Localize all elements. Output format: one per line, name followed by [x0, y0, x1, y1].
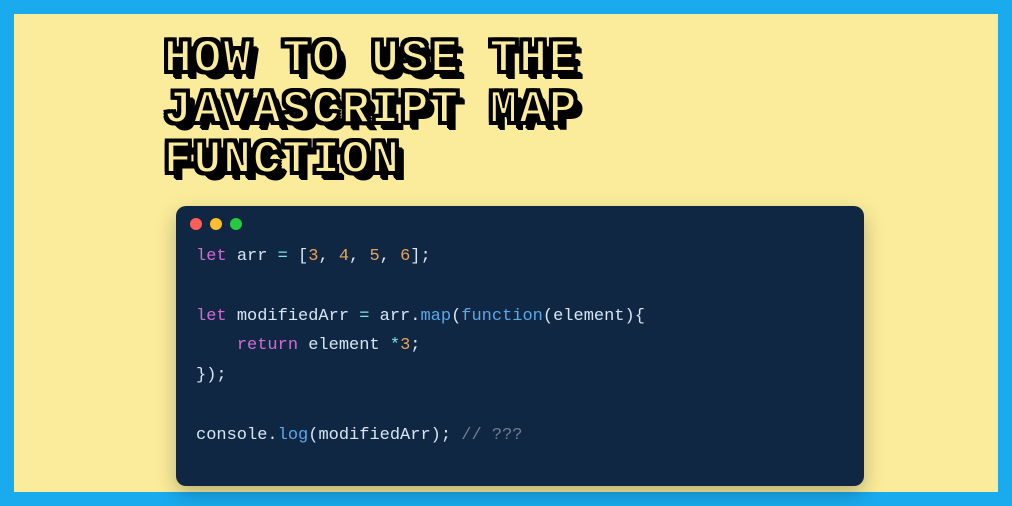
code-token: (: [451, 307, 461, 326]
code-token: .: [267, 426, 277, 445]
code-token: .: [410, 307, 420, 326]
code-token: *: [390, 336, 400, 355]
code-token: return: [237, 336, 298, 355]
code-token: (: [308, 426, 318, 445]
code-token: arr: [380, 307, 411, 326]
code-token: modifiedArr: [237, 307, 349, 326]
code-token: [227, 247, 237, 266]
code-window: let arr = [3, 4, 5, 6]; let modifiedArr …: [176, 206, 864, 486]
code-token: [196, 336, 237, 355]
code-token: ,: [349, 247, 369, 266]
code-token: element: [553, 307, 624, 326]
code-token: ];: [410, 247, 430, 266]
code-token: map: [420, 307, 451, 326]
code-token: let: [196, 307, 227, 326]
code-token: [288, 247, 298, 266]
code-token: ): [625, 307, 635, 326]
code-token: [451, 426, 461, 445]
code-token: [227, 307, 237, 326]
minimize-icon: [210, 218, 222, 230]
code-token: 3: [400, 336, 410, 355]
code-token: =: [359, 307, 369, 326]
code-token: (: [543, 307, 553, 326]
code-token: // ???: [461, 426, 522, 445]
code-token: });: [196, 366, 227, 385]
code-token: ,: [380, 247, 400, 266]
code-token: 6: [400, 247, 410, 266]
code-token: console: [196, 426, 267, 445]
code-token: element: [308, 336, 379, 355]
code-token: =: [278, 247, 288, 266]
code-token: arr: [237, 247, 268, 266]
code-block: let arr = [3, 4, 5, 6]; let modifiedArr …: [176, 236, 864, 468]
code-token: ;: [410, 336, 420, 355]
code-token: [267, 247, 277, 266]
code-token: log: [278, 426, 309, 445]
zoom-icon: [230, 218, 242, 230]
code-token: );: [431, 426, 451, 445]
code-token: 5: [369, 247, 379, 266]
code-token: {: [635, 307, 645, 326]
code-token: function: [461, 307, 543, 326]
code-token: modifiedArr: [318, 426, 430, 445]
code-token: [298, 336, 308, 355]
code-token: [349, 307, 359, 326]
code-token: 3: [308, 247, 318, 266]
close-icon: [190, 218, 202, 230]
code-token: ,: [318, 247, 338, 266]
code-token: [380, 336, 390, 355]
window-titlebar: [176, 206, 864, 236]
code-token: let: [196, 247, 227, 266]
code-token: 4: [339, 247, 349, 266]
page-title: HOW TO USE THE JAVASCRIPT MAP FUNCTION: [164, 34, 578, 186]
code-token: [369, 307, 379, 326]
code-token: [: [298, 247, 308, 266]
